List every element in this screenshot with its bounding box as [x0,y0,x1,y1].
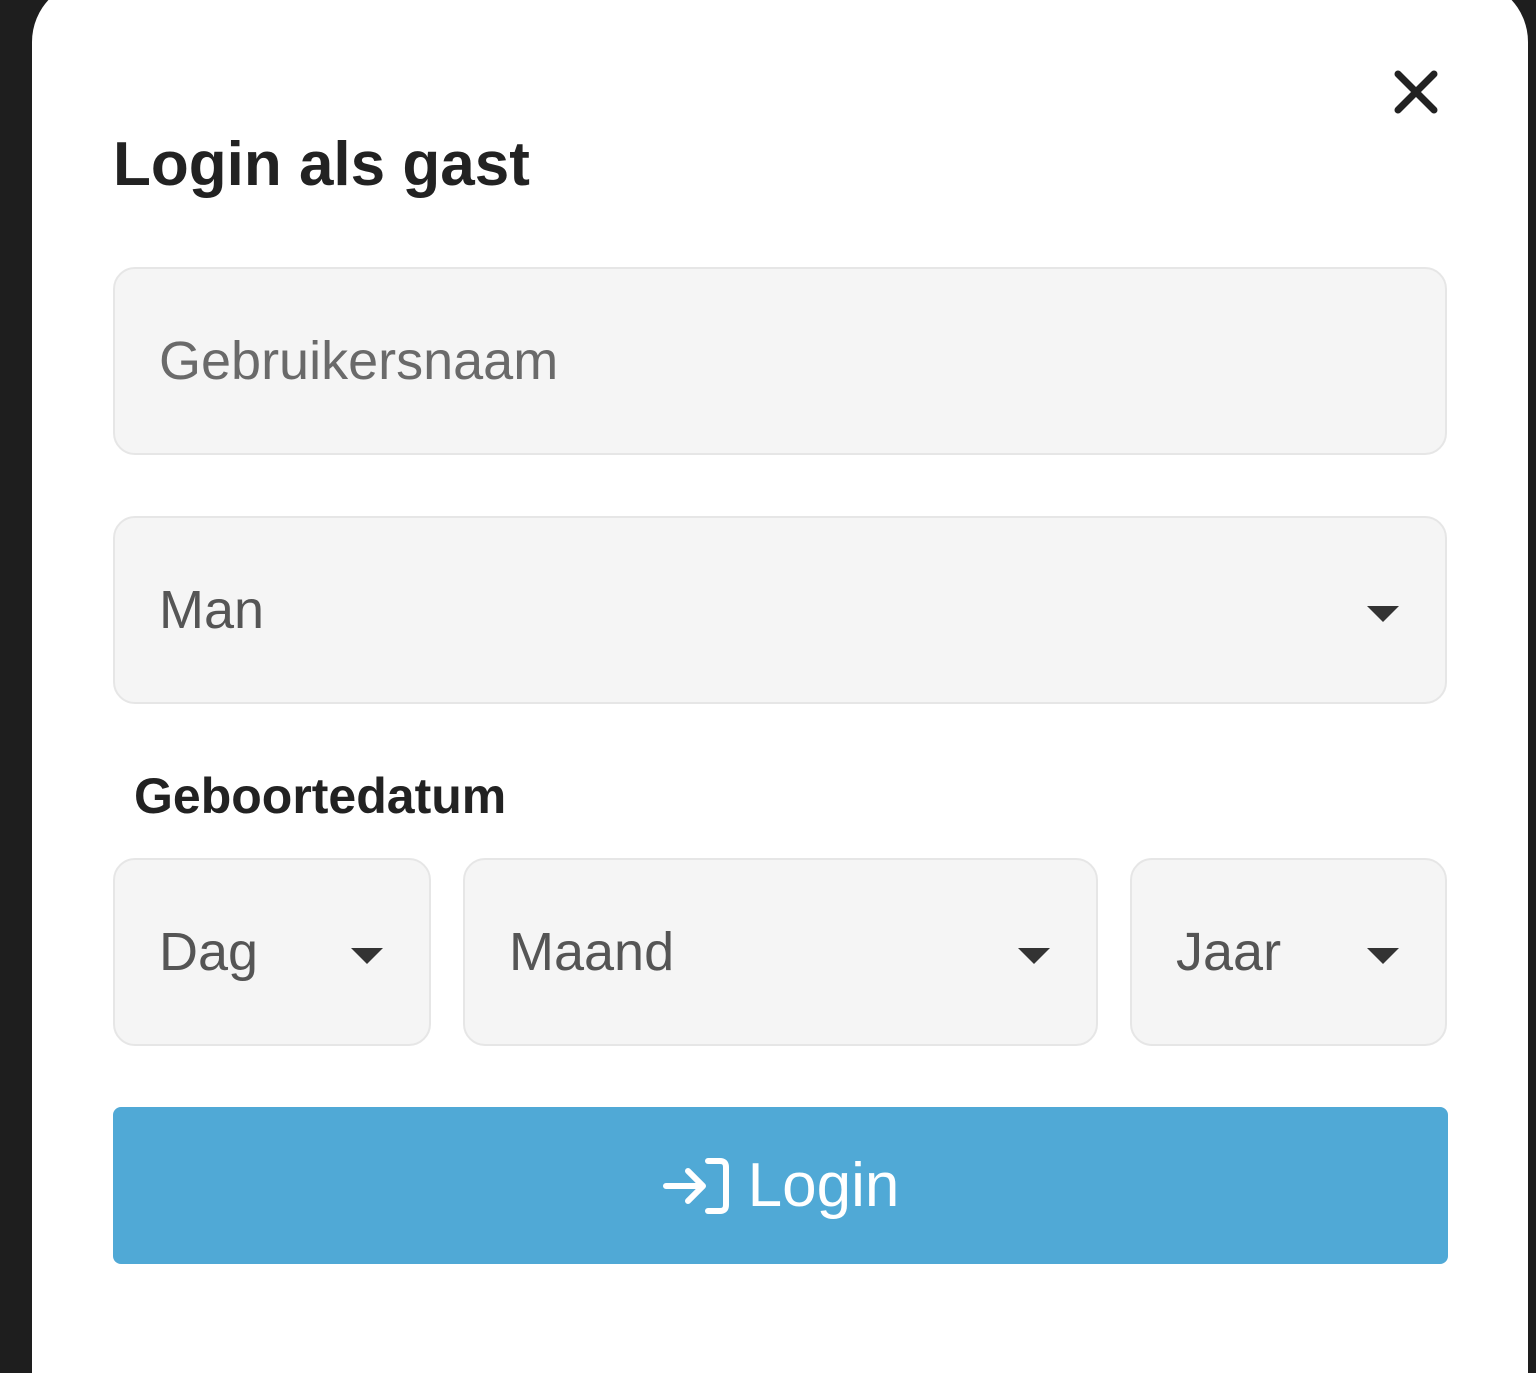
gender-select[interactable]: Man [113,516,1447,704]
login-icon [662,1157,729,1214]
dialog-title: Login als gast [113,130,530,199]
month-selected-value: Maand [509,922,675,982]
chevron-down-icon [351,948,383,964]
guest-login-dialog: Login als gast Man Geboortedatum Dag Maa… [32,0,1528,1373]
close-button[interactable] [1388,64,1444,120]
chevron-down-icon [1367,606,1399,622]
login-button[interactable]: Login [113,1107,1448,1264]
day-selected-value: Dag [159,922,259,982]
chevron-down-icon [1367,948,1399,964]
close-icon [1394,70,1438,114]
year-select[interactable]: Jaar [1130,858,1447,1046]
birthdate-label: Geboortedatum [134,768,507,824]
year-selected-value: Jaar [1176,922,1282,982]
username-input[interactable] [159,330,1445,392]
day-select[interactable]: Dag [113,858,431,1046]
chevron-down-icon [1018,948,1050,964]
username-field[interactable] [113,267,1447,455]
month-select[interactable]: Maand [463,858,1098,1046]
login-button-label: Login [747,1151,900,1220]
gender-selected-value: Man [159,580,265,640]
